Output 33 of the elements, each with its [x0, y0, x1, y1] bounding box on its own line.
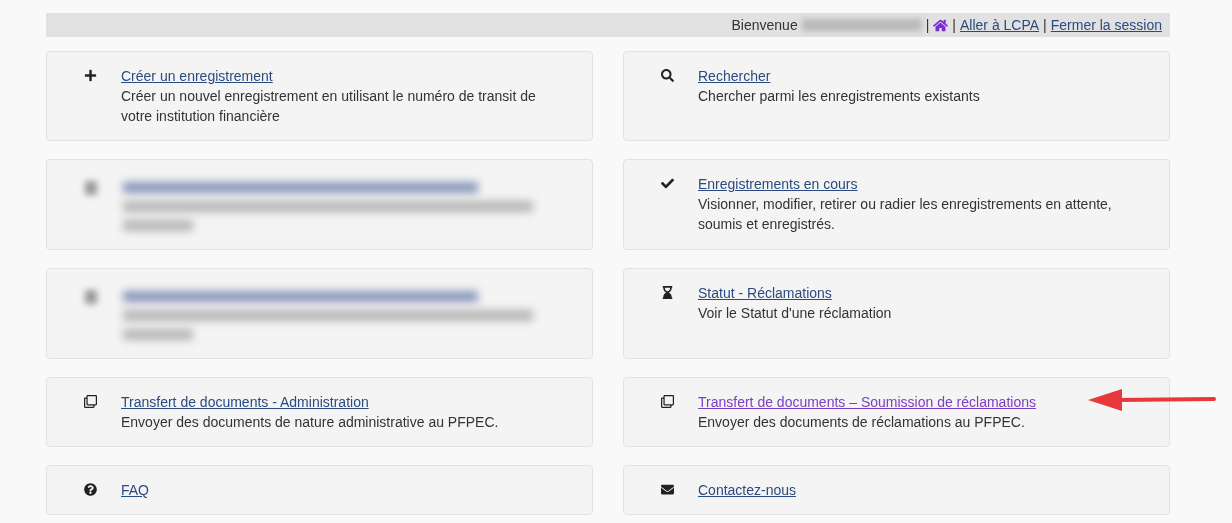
- blurred-icon: [85, 290, 97, 304]
- welcome-text: Bienvenue: [731, 15, 798, 35]
- card-link[interactable]: Créer un enregistrement: [121, 66, 273, 86]
- separator: |: [925, 15, 930, 35]
- separator: |: [1043, 15, 1047, 35]
- card-link[interactable]: Enregistrements en cours: [698, 174, 858, 194]
- hourglass-icon: [660, 286, 674, 299]
- card-link[interactable]: FAQ: [121, 480, 149, 500]
- copy-icon: [660, 395, 674, 408]
- home-icon[interactable]: [933, 17, 949, 33]
- help-icon: [83, 483, 97, 496]
- card-link[interactable]: Rechercher: [698, 66, 771, 86]
- card-description: Envoyer des documents de nature administrative au PFPEC.: [121, 413, 499, 432]
- card-link[interactable]: Contactez-nous: [698, 480, 797, 500]
- copy-icon: [83, 395, 97, 408]
- card-description: Voir le Statut d'une réclamation: [698, 304, 892, 323]
- card-description: Visionner, modifier, retirer ou radier les enregistrements en attente, soumis et enregistrés.: [698, 195, 1113, 234]
- blurred-text: [123, 220, 193, 231]
- checkmark-icon: [660, 177, 674, 190]
- blurred-icon: [85, 181, 97, 195]
- separator: |: [952, 15, 956, 35]
- header-link[interactable]: Aller à LCPA: [960, 14, 1040, 36]
- search-icon: [660, 69, 674, 82]
- card-link[interactable]: Statut - Réclamations: [698, 283, 832, 303]
- card-description: Chercher parmi les enregistrements existants: [698, 87, 980, 106]
- header-link[interactable]: Fermer la session: [1050, 14, 1162, 36]
- card-description: Envoyer des documents de réclamations au PFPEC.: [698, 413, 1026, 432]
- envelope-icon: [660, 483, 674, 496]
- card-link[interactable]: Transfert de documents - Administration: [121, 392, 369, 412]
- blurred-text: [123, 329, 193, 340]
- card-link[interactable]: Transfert de documents – Soumission de réclamations: [698, 392, 1036, 412]
- plus-icon: [83, 69, 97, 82]
- card-description: Créer un nouvel enregistrement en utilisant le numéro de transit de votre institution financière: [121, 87, 537, 126]
